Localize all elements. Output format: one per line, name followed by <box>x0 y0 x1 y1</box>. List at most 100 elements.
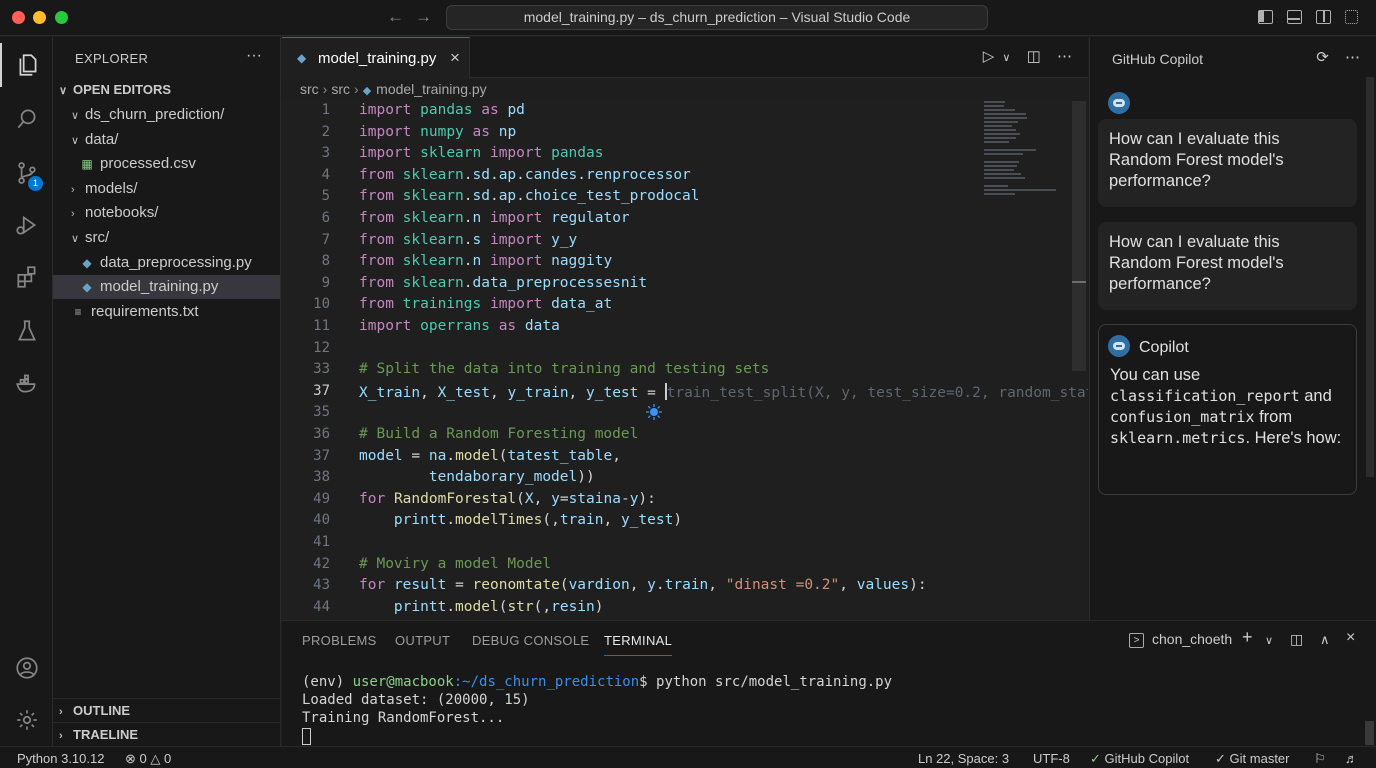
tab-debug-console[interactable]: DEBUG CONSOLE <box>472 633 589 648</box>
manage-gear-icon[interactable] <box>0 698 53 742</box>
customize-layout-icon[interactable] <box>1345 10 1358 24</box>
run-dropdown-chevron-icon[interactable]: ∨ <box>1002 52 1010 64</box>
toggle-secondary-sidebar-icon[interactable] <box>1316 10 1331 24</box>
code-line[interactable]: X_train, X_test, y_train, y_test = train… <box>359 382 1088 401</box>
split-editor-icon[interactable]: ◫ <box>1027 48 1041 65</box>
close-panel-icon[interactable]: × <box>1346 629 1355 647</box>
code-line[interactable]: import sklearn import pandas <box>359 145 603 161</box>
tree-file-model-training[interactable]: ◆ model_training.py <box>53 275 280 299</box>
run-file-icon[interactable]: ▷ <box>983 48 995 65</box>
copilot-ghost-suggestion[interactable]: train_test_split(X, y, test_size=0.2, ra… <box>667 385 1088 401</box>
back-arrow-icon[interactable]: ← <box>387 7 404 27</box>
tab-output[interactable]: OUTPUT <box>395 633 450 648</box>
code-line[interactable]: for RandomForestal(X, y=staina-y): <box>359 491 656 507</box>
tree-file-processed-csv[interactable]: ▦ processed.csv <box>53 152 280 176</box>
terminal-dropdown-chevron-icon[interactable]: ∨ <box>1265 634 1273 647</box>
code-line[interactable]: model = na.model(tatest_table, <box>359 448 621 464</box>
code-line[interactable]: from sklearn.s import y_y <box>359 232 577 248</box>
close-window-button[interactable] <box>12 11 25 24</box>
notifications-bell-icon[interactable]: ♬ <box>1345 751 1358 766</box>
terminal-icon: > <box>1129 633 1144 648</box>
line-number: 40 <box>313 512 330 529</box>
feedback-icon[interactable]: ⚐ <box>1314 751 1326 767</box>
tree-folder-src[interactable]: ∨ src/ <box>53 226 280 250</box>
encoding[interactable]: UTF-8 <box>1033 751 1070 766</box>
code-line[interactable]: tendaborary_model)) <box>359 469 595 485</box>
terminal-name[interactable]: chon_choeth <box>1152 631 1232 647</box>
code-line[interactable]: for result = reonomtate(vardion, y.train… <box>359 577 927 593</box>
copilot-status[interactable]: ✓ GitHub Copilot <box>1090 751 1189 767</box>
open-editors-section[interactable]: ∨ OPEN EDITORS <box>53 78 280 102</box>
code-line[interactable]: printt.model(str(,resin) <box>359 599 604 615</box>
new-terminal-icon[interactable]: + <box>1242 627 1253 648</box>
line-number: 7 <box>321 231 330 248</box>
code-line[interactable]: from trainings import data_at <box>359 296 612 312</box>
copilot-sparkle-icon[interactable] <box>646 404 662 420</box>
toggle-primary-sidebar-icon[interactable] <box>1258 10 1273 24</box>
code-line[interactable]: # Build a Random Foresting model <box>359 426 638 442</box>
minimize-window-button[interactable] <box>33 11 46 24</box>
code-line[interactable]: import pandas as pd <box>359 102 525 118</box>
tree-folder-notebooks[interactable]: › notebooks/ <box>53 201 280 225</box>
tree-folder-data[interactable]: ∨ data/ <box>53 128 280 152</box>
forward-arrow-icon[interactable]: → <box>415 7 432 27</box>
code-line[interactable]: from sklearn.sd.ap.candes.renprocessor <box>359 167 691 183</box>
accounts-icon[interactable] <box>0 646 53 690</box>
line-number: 49 <box>313 490 330 507</box>
text-file-icon: ≡ <box>74 305 82 319</box>
outline-section[interactable]: › OUTLINE <box>53 698 280 722</box>
maximize-panel-icon[interactable]: ∧ <box>1320 632 1330 648</box>
tree-folder-ds-churn-prediction[interactable]: ∨ ds_churn_prediction/ <box>53 103 280 127</box>
more-actions-icon[interactable]: ⋯ <box>1057 48 1072 65</box>
copilot-scrollbar[interactable] <box>1366 77 1374 477</box>
line-number: 1 <box>321 102 330 118</box>
problems-status[interactable]: ⊗ 0 △ 0 <box>125 751 171 767</box>
cursor-position[interactable]: Ln 22, Space: 3 <box>918 751 1009 766</box>
maximize-window-button[interactable] <box>55 11 68 24</box>
tab-problems[interactable]: PROBLEMS <box>302 633 377 648</box>
code-line[interactable]: printt.modelTimes(,train, y_test) <box>359 512 682 528</box>
toggle-panel-icon[interactable] <box>1287 10 1302 24</box>
minimap-line <box>984 133 1021 135</box>
code-line[interactable]: import operrans as data <box>359 318 560 334</box>
new-chat-icon[interactable]: ⟳ <box>1316 49 1329 66</box>
python-interpreter[interactable]: Python 3.10.12 <box>17 751 104 766</box>
run-and-debug-icon[interactable] <box>0 203 53 247</box>
line-number: 5 <box>321 188 330 205</box>
code-line[interactable]: from sklearn.n import naggity <box>359 253 612 269</box>
minimap[interactable] <box>984 101 1066 201</box>
command-center-title[interactable]: model_training.py – ds_churn_prediction … <box>446 5 988 30</box>
code-line[interactable]: from sklearn.data_preprocessesnit <box>359 275 647 291</box>
tree-folder-models[interactable]: › models/ <box>53 177 280 201</box>
code-line[interactable]: import numpy as np <box>359 124 516 140</box>
extensions-icon[interactable] <box>0 255 53 299</box>
tab-model-training[interactable]: ◆ model_training.py × <box>282 37 470 79</box>
search-icon[interactable] <box>0 97 53 141</box>
testing-flask-icon[interactable] <box>0 309 53 353</box>
more-actions-icon[interactable]: ⋯ <box>1345 49 1360 66</box>
tree-file-data-preprocessing[interactable]: ◆ data_preprocessing.py <box>53 251 280 275</box>
code-line[interactable]: from sklearn.n import regulator <box>359 210 630 226</box>
explorer-more-actions[interactable]: ··· <box>246 47 262 65</box>
breadcrumb-item[interactable]: model_training.py <box>376 81 487 97</box>
breadcrumb-item[interactable]: src <box>300 81 319 97</box>
line-number: 36 <box>313 426 330 442</box>
code-line[interactable]: from sklearn.sd.ap.choice_test_prodocal <box>359 188 700 204</box>
minimap-line <box>984 185 1009 187</box>
code-editor[interactable]: 1 import pandas as pd 2 import numpy as np 3… <box>282 101 1088 619</box>
terminal-scrollbar[interactable] <box>1365 721 1374 745</box>
git-branch[interactable]: ✓ Git master <box>1215 751 1290 767</box>
timeline-section[interactable]: › TRAELINE <box>53 722 280 746</box>
explorer-icon[interactable] <box>0 43 53 87</box>
docker-icon[interactable] <box>0 361 53 405</box>
tree-file-requirements[interactable]: ≡ requirements.txt <box>53 300 280 324</box>
close-tab-icon[interactable]: × <box>450 48 460 68</box>
source-control-icon[interactable]: 1 <box>0 151 53 195</box>
code-line[interactable]: # Moviry a model Model <box>359 556 551 572</box>
split-terminal-icon[interactable]: ◫ <box>1290 631 1303 648</box>
code-line[interactable]: # Split the data into training and testi… <box>359 361 769 377</box>
breadcrumb-item[interactable]: src <box>331 81 350 97</box>
editor-scrollbar[interactable] <box>1072 101 1086 371</box>
tab-terminal[interactable]: TERMINAL <box>604 633 673 656</box>
git-branch-label: Git master <box>1229 751 1290 766</box>
